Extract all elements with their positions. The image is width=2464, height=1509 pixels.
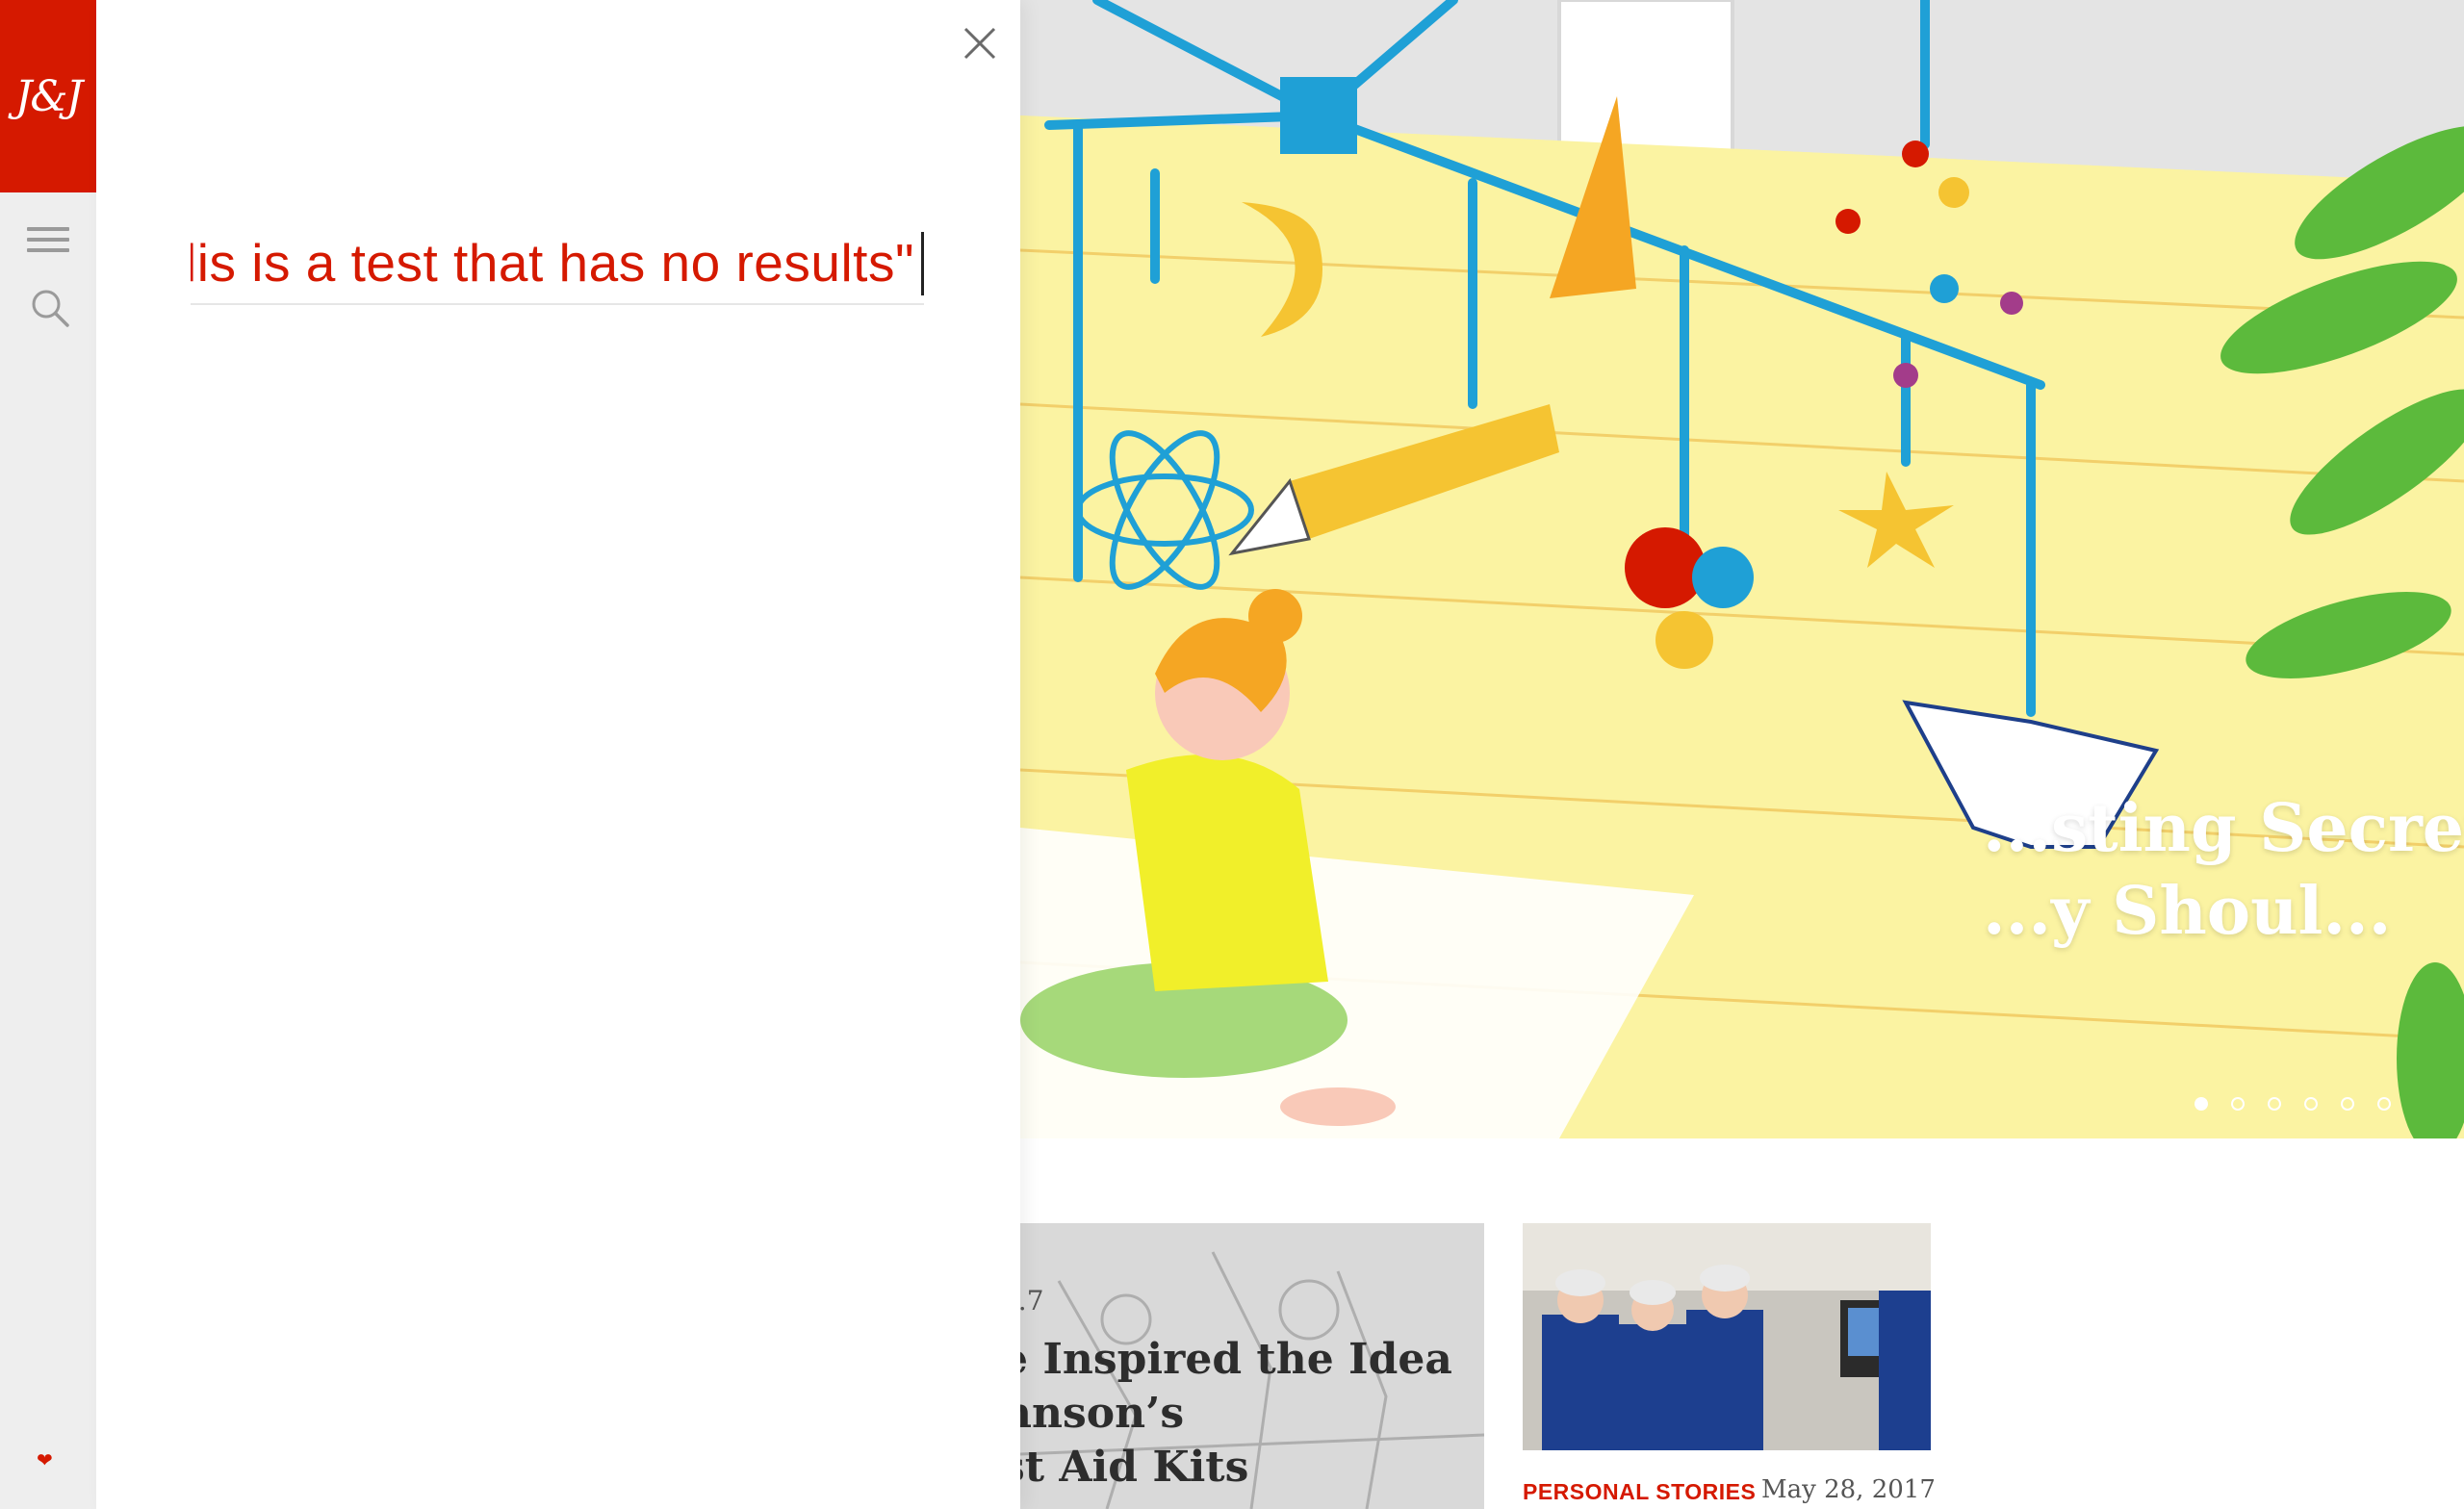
hero-illustration bbox=[1020, 0, 2464, 1138]
card-category[interactable]: PERSONAL STORIES bbox=[1523, 1479, 1756, 1505]
search-panel: lis is a test that has no results" bbox=[96, 0, 1020, 1509]
logo-text: J&J bbox=[14, 71, 83, 121]
hamburger-icon[interactable] bbox=[27, 227, 69, 256]
search-input-value: lis is a test that has no results" bbox=[191, 233, 914, 293]
search-input[interactable]: lis is a test that has no results" bbox=[191, 226, 924, 305]
carousel-dot[interactable] bbox=[2304, 1097, 2318, 1111]
close-icon bbox=[963, 27, 996, 60]
hero-slider[interactable]: ...sting Secret Every ...y Shoul... bbox=[1020, 0, 2464, 1138]
text-caret bbox=[921, 232, 924, 295]
search-icon[interactable] bbox=[29, 287, 71, 329]
carousel-dot[interactable] bbox=[2231, 1097, 2245, 1111]
close-button[interactable] bbox=[956, 19, 1004, 67]
carousel-dot[interactable] bbox=[2341, 1097, 2354, 1111]
carousel-dot[interactable] bbox=[2268, 1097, 2281, 1111]
brand-logo[interactable]: J&J bbox=[0, 0, 96, 192]
hero-title[interactable]: ...sting Secret Every ...y Shoul... bbox=[1983, 787, 2464, 953]
carousel-dot[interactable] bbox=[2377, 1097, 2391, 1111]
heart-icon[interactable]: ❤ bbox=[37, 1448, 53, 1472]
left-rail: J&J ❤ bbox=[0, 0, 96, 1509]
carousel-dot[interactable] bbox=[2194, 1097, 2208, 1111]
card-image[interactable] bbox=[1523, 1223, 1931, 1450]
carousel-dots bbox=[2194, 1097, 2391, 1111]
card-title[interactable]: e Inspired the Idea hnson’s st Aid Kits bbox=[1001, 1333, 1482, 1495]
card-date: May 28, 2017 bbox=[1761, 1475, 1936, 1504]
